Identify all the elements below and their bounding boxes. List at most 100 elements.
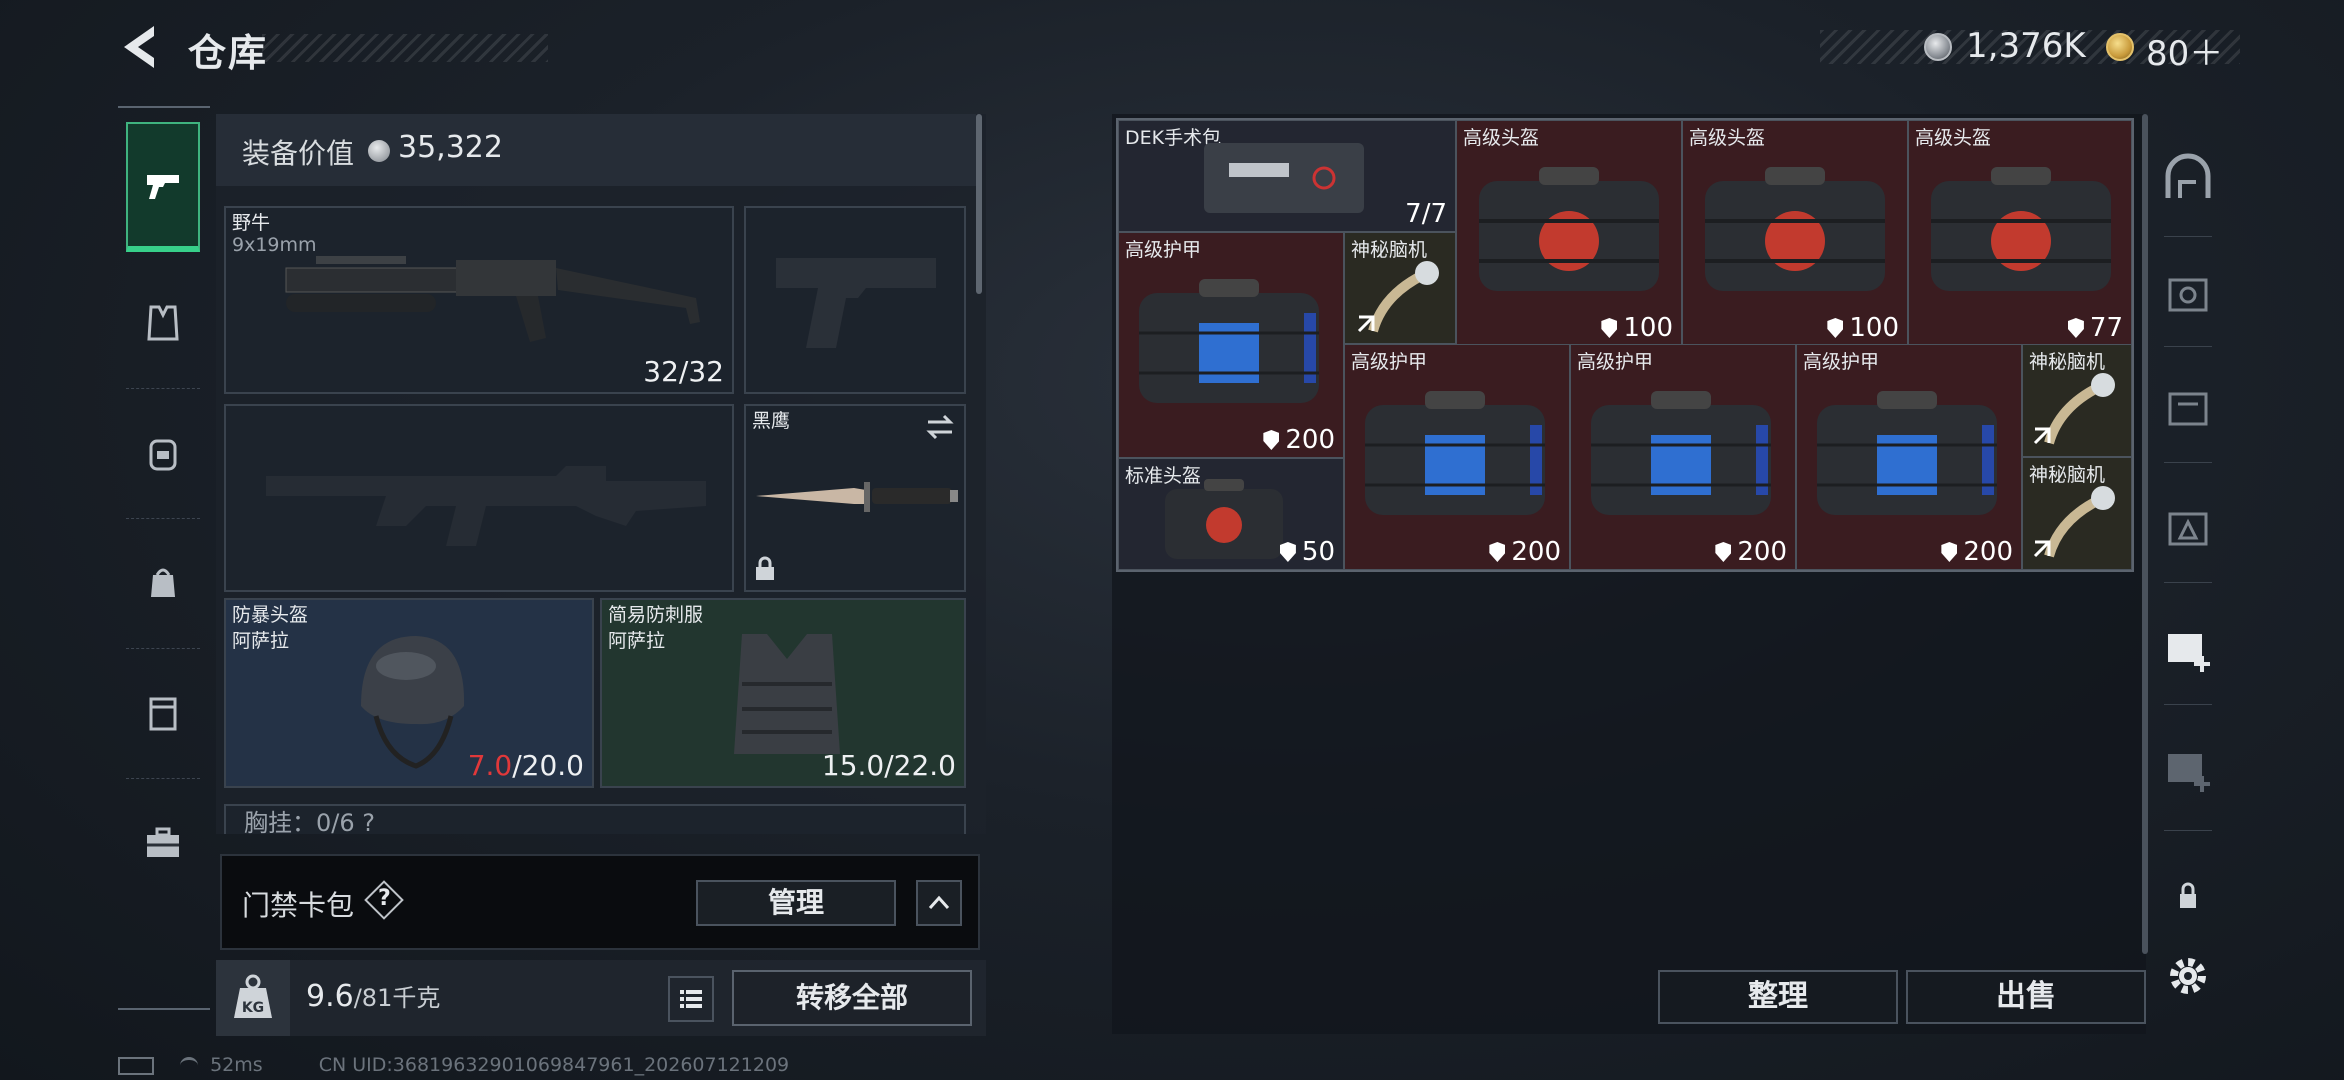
weight-max: /81千克 bbox=[353, 984, 441, 1012]
storage-item-brain-chip-3[interactable]: 神秘脑机 bbox=[2022, 457, 2132, 570]
helmet-case-icon bbox=[1705, 167, 1885, 291]
add-storage-icon bbox=[2168, 634, 2210, 672]
transfer-all-button[interactable]: 转移全部 bbox=[732, 970, 972, 1026]
weight-current: 9.6 bbox=[306, 979, 354, 1014]
storage-item-armor-4[interactable]: 高级护甲 200 bbox=[1796, 344, 2022, 570]
item-durability-value: 100 bbox=[1623, 313, 1673, 343]
storage-scrollbar[interactable] bbox=[2142, 114, 2148, 954]
medkit-icon bbox=[1204, 143, 1364, 213]
weight-icon: KG bbox=[234, 974, 272, 1018]
shield-icon bbox=[1489, 542, 1506, 562]
storage-tab-1[interactable] bbox=[2162, 622, 2214, 674]
item-name: 高级护甲 bbox=[1803, 351, 1880, 373]
brain-chip-icon bbox=[2033, 373, 2115, 445]
item-name: 高级头盔 bbox=[1915, 127, 1992, 149]
chevron-up-icon bbox=[928, 895, 950, 910]
settings-button[interactable] bbox=[2162, 950, 2214, 1002]
storage-tab-home[interactable] bbox=[2162, 152, 2214, 204]
helmet-durability-current: 7.0 bbox=[467, 749, 513, 782]
armor-slot[interactable]: 简易防刺服 阿萨拉 15.0/22.0 bbox=[600, 598, 966, 788]
page-title: 仓库 bbox=[188, 31, 269, 75]
expand-button[interactable] bbox=[916, 880, 962, 926]
uid-text: CN UID:3681963290106984796​1_20260712120… bbox=[318, 1054, 790, 1076]
shield-icon bbox=[1715, 542, 1732, 562]
storage-item-armor-2[interactable]: 高级护甲 200 bbox=[1344, 344, 1570, 570]
helmet-slot[interactable]: 防暴头盔 阿萨拉 7.0/20.0 bbox=[224, 598, 594, 788]
item-name: 高级护甲 bbox=[1125, 239, 1202, 261]
storage-item-surgical-kit[interactable]: DEK手术包 7/7 bbox=[1118, 120, 1456, 232]
armor-name: 简易防刺服 bbox=[608, 604, 704, 626]
storage-grid: DEK手术包 7/7 高级头盔 100 高级头盔 100 高级头盔 77 高级护… bbox=[1116, 118, 2134, 572]
helmet-durability-max: /20.0 bbox=[512, 749, 584, 782]
list-view-button[interactable] bbox=[668, 976, 714, 1022]
manage-button[interactable]: 管理 bbox=[696, 880, 896, 926]
storage-tab-3[interactable] bbox=[2162, 382, 2214, 434]
currency-gold-amount[interactable]: 80＋ bbox=[2146, 26, 2223, 75]
storage-lock[interactable] bbox=[2162, 870, 2214, 922]
melee-slot[interactable]: 黑鹰 bbox=[744, 404, 966, 592]
storage-item-armor-3[interactable]: 高级护甲 200 bbox=[1570, 344, 1796, 570]
item-durability: 100 bbox=[1827, 313, 1899, 343]
storage-item-brain-chip-1[interactable]: 神秘脑机 bbox=[1344, 232, 1456, 344]
pistol-slot[interactable] bbox=[744, 206, 966, 394]
currency-silver-amount: 1,376K bbox=[1966, 26, 2086, 66]
item-name: 高级护甲 bbox=[1351, 351, 1428, 373]
helmet-case-icon bbox=[1165, 479, 1283, 559]
back-button[interactable] bbox=[118, 22, 162, 72]
equipment-scrollbar[interactable] bbox=[976, 114, 982, 294]
primary-weapon-slot[interactable]: 野牛 9x19mm 32/32 bbox=[224, 206, 734, 394]
item-name: 高级头盔 bbox=[1689, 127, 1766, 149]
category-case[interactable] bbox=[126, 648, 200, 779]
swap-icon[interactable] bbox=[924, 414, 956, 440]
chest-rig-row[interactable]: 胸挂：0/6 ? bbox=[224, 804, 966, 834]
item-durability-value: 50 bbox=[1301, 537, 1335, 567]
storage-panel: DEK手术包 7/7 高级头盔 100 高级头盔 100 高级头盔 77 高级护… bbox=[1112, 114, 2148, 1034]
item-durability-value: 200 bbox=[1737, 537, 1787, 567]
storage-item-armor-1[interactable]: 高级护甲 200 bbox=[1118, 232, 1344, 458]
storage-page-icon bbox=[2168, 278, 2208, 312]
storage-item-helmet-2[interactable]: 高级头盔 100 bbox=[1682, 120, 1908, 346]
ping-value: 52ms bbox=[210, 1054, 263, 1076]
item-name: 高级护甲 bbox=[1577, 351, 1654, 373]
secondary-weapon-slot[interactable] bbox=[224, 404, 734, 592]
armor-case-icon bbox=[1591, 391, 1771, 515]
storage-tab-4[interactable] bbox=[2162, 268, 2214, 320]
storage-item-brain-chip-2[interactable]: 神秘脑机 bbox=[2022, 344, 2132, 457]
knife-icon bbox=[756, 482, 958, 512]
category-pouch[interactable] bbox=[126, 518, 200, 649]
storage-tab-2[interactable] bbox=[2162, 502, 2214, 554]
sell-button[interactable]: 出售 bbox=[1906, 970, 2146, 1024]
gear-icon bbox=[2170, 958, 2206, 994]
shield-icon bbox=[1941, 542, 1958, 562]
weight-bar: KG 9.6/81千克 转移全部 bbox=[216, 960, 986, 1036]
armor-case-icon bbox=[1139, 279, 1319, 403]
silver-coin-icon bbox=[1924, 33, 1952, 61]
helmet-case-icon bbox=[1931, 167, 2111, 291]
item-durability: 50 bbox=[1279, 537, 1335, 567]
armor-origin: 阿萨拉 bbox=[608, 630, 666, 652]
category-weapons[interactable] bbox=[126, 122, 200, 252]
storage-item-helmet-1[interactable]: 高级头盔 100 bbox=[1456, 120, 1682, 346]
category-briefcase[interactable] bbox=[126, 778, 200, 908]
chest-rig-label: 胸挂：0/6 ? bbox=[244, 809, 375, 834]
storage-item-standard-helmet[interactable]: 标准头盔 50 bbox=[1118, 458, 1344, 570]
weight-icon-label: KG bbox=[242, 1000, 264, 1016]
add-storage-page[interactable] bbox=[2162, 742, 2214, 794]
sort-button[interactable]: 整理 bbox=[1658, 970, 1898, 1024]
armor-durability: 15.0/22.0 bbox=[821, 749, 956, 782]
shield-icon bbox=[1827, 318, 1844, 338]
card-pack-label: 门禁卡包 bbox=[242, 889, 355, 922]
melee-name: 黑鹰 bbox=[752, 410, 791, 432]
category-vest[interactable] bbox=[126, 258, 200, 389]
brain-chip-icon bbox=[2033, 486, 2115, 558]
item-durability: 200 bbox=[1941, 537, 2013, 567]
help-icon[interactable]: ? bbox=[378, 886, 391, 911]
pistol-silhouette-icon bbox=[776, 258, 936, 348]
storage-page-icon bbox=[2168, 512, 2208, 546]
category-backpack[interactable] bbox=[126, 388, 200, 519]
storage-item-helmet-3[interactable]: 高级头盔 77 bbox=[1908, 120, 2132, 346]
lock-icon bbox=[756, 556, 774, 580]
helmet-icon bbox=[361, 636, 465, 769]
equipment-value-label: 装备价值 bbox=[242, 137, 355, 170]
item-durability: 77 bbox=[2067, 313, 2123, 343]
